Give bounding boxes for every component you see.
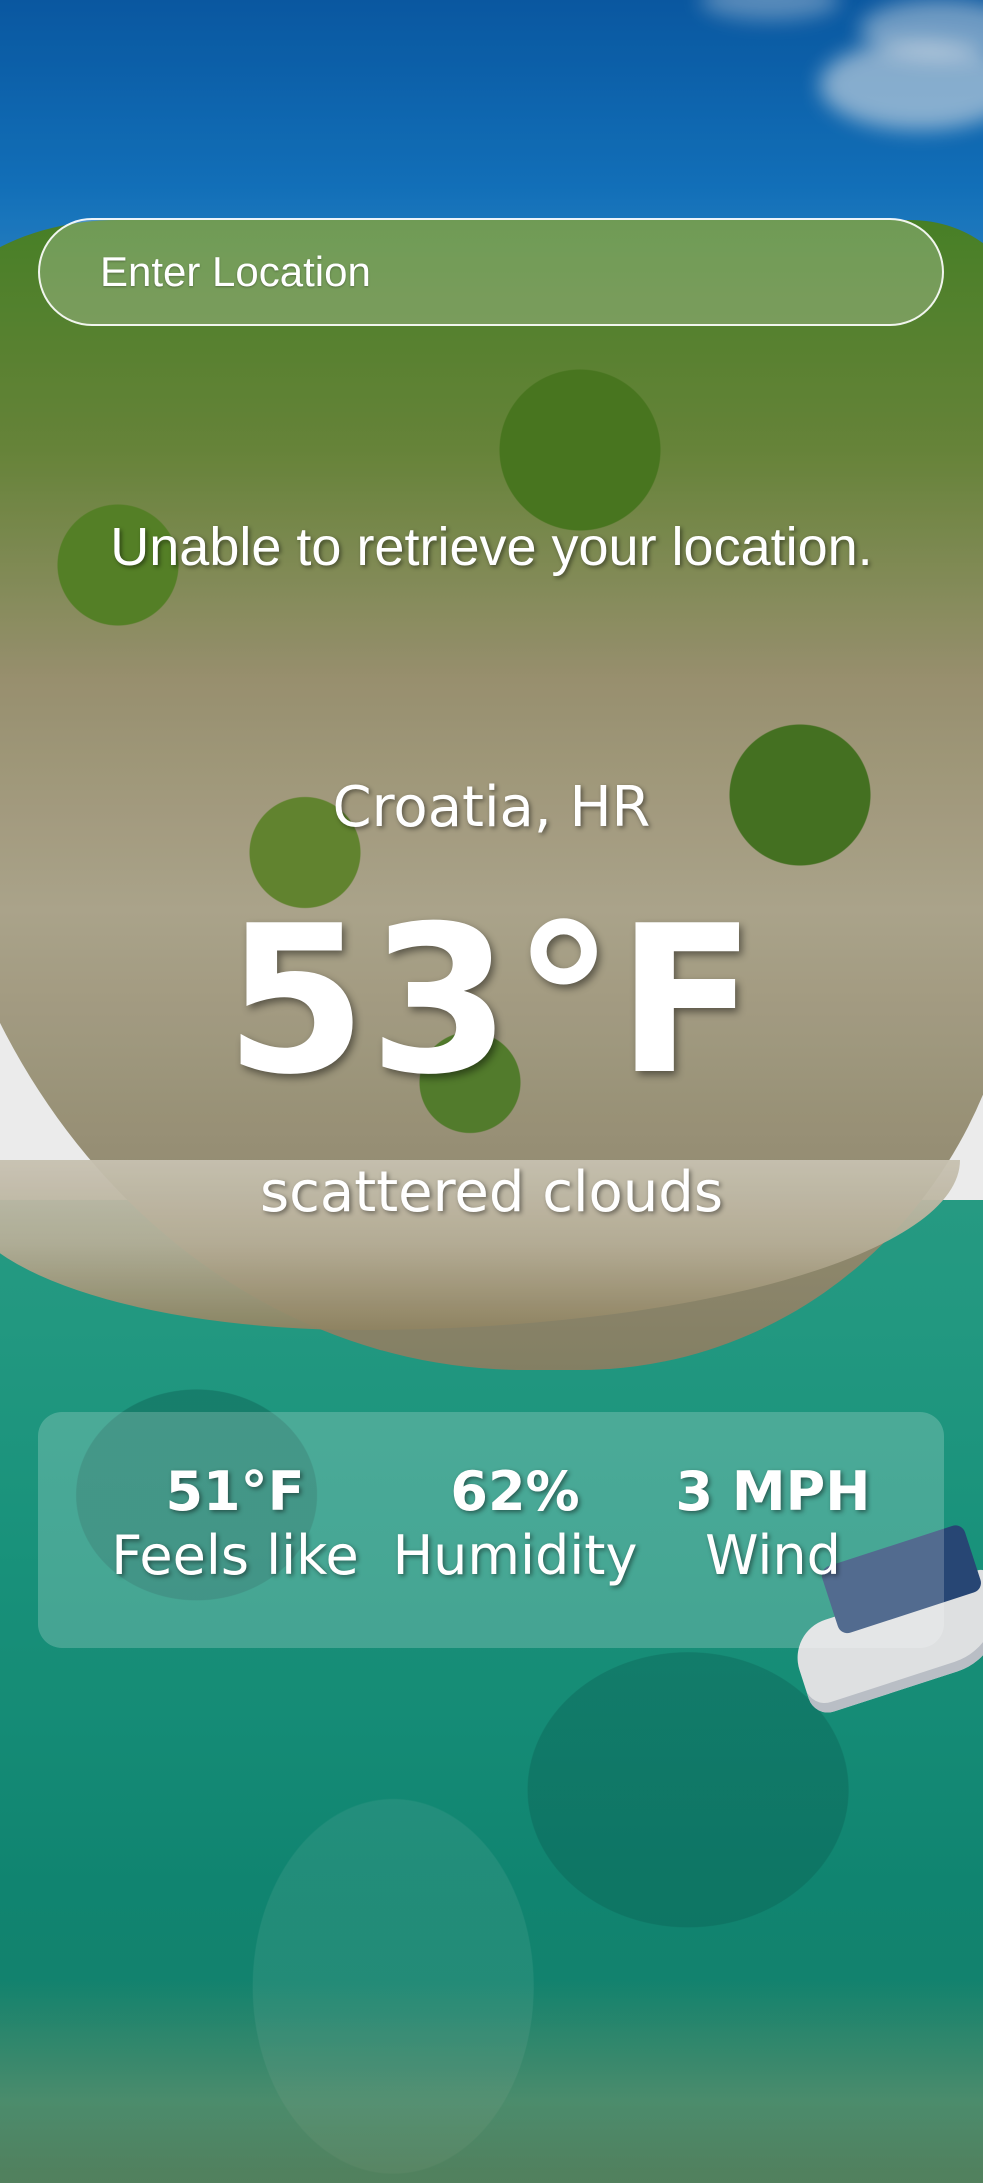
- humidity-value: 62%: [450, 1460, 580, 1523]
- location-name: Croatia, HR: [332, 775, 651, 840]
- current-temperature: 53°F: [224, 883, 759, 1120]
- wind-value: 3 MPH: [675, 1460, 871, 1523]
- location-error-message: Unable to retrieve your location.: [110, 517, 873, 577]
- feels-like-value: 51°F: [165, 1460, 305, 1523]
- weather-details-panel: 51°F Feels like 62% Humidity 3 MPH Wind: [38, 1412, 944, 1648]
- feels-like-label: Feels like: [111, 1524, 359, 1588]
- location-search-box[interactable]: [38, 218, 944, 326]
- humidity-stat: 62% Humidity: [393, 1462, 638, 1592]
- feels-like-stat: 51°F Feels like: [111, 1462, 358, 1592]
- wind-stat: 3 MPH Wind: [676, 1462, 871, 1592]
- wind-label: Wind: [705, 1524, 841, 1588]
- weather-description: scattered clouds: [259, 1160, 724, 1225]
- location-input[interactable]: [98, 247, 942, 297]
- humidity-label: Humidity: [392, 1524, 638, 1588]
